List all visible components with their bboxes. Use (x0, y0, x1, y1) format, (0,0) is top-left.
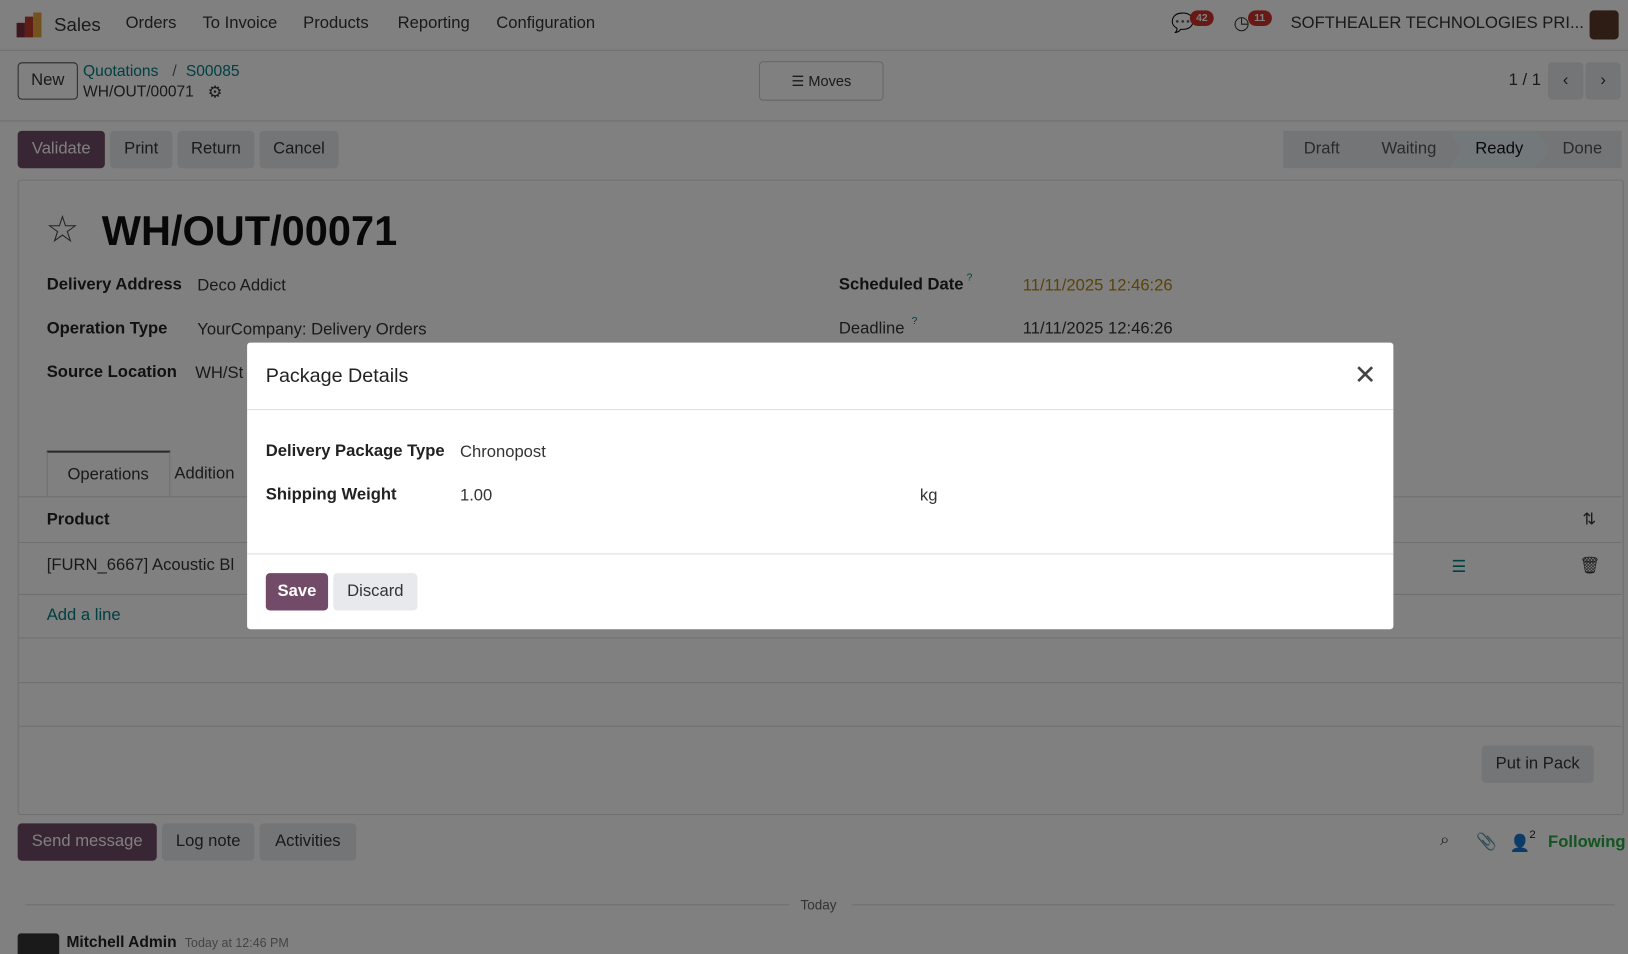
followers-count: 2 (1529, 828, 1536, 841)
menu-to-invoice[interactable]: To Invoice (202, 15, 277, 34)
menu-orders[interactable]: Orders (126, 15, 177, 34)
star-icon[interactable]: ☆ (46, 208, 80, 252)
validate-button[interactable]: Validate (17, 130, 105, 169)
column-product: Product (46, 510, 110, 529)
message-time: Today at 12:46 PM (184, 935, 289, 951)
detailed-operations-icon[interactable]: ☰ (1452, 557, 1467, 578)
package-type-label: Delivery Package Type (265, 442, 445, 460)
moves-label: Moves (808, 72, 852, 90)
dialog-title: Package Details (265, 365, 409, 388)
following-button[interactable]: Following (1548, 834, 1626, 853)
status-ready[interactable]: Ready (1449, 130, 1550, 169)
save-button[interactable]: Save (265, 573, 329, 611)
breadcrumb-quotations[interactable]: Quotations (83, 62, 158, 80)
package-type-field[interactable]: Chronopost (460, 443, 546, 462)
tab-operations-label: Operations (67, 466, 149, 484)
activities-button[interactable]: Activities (259, 823, 357, 861)
return-button[interactable]: Return (177, 130, 255, 169)
next-record-button[interactable]: › (1585, 62, 1621, 100)
menu-reporting[interactable]: Reporting (398, 15, 470, 34)
delivery-address-field[interactable]: Deco Addict (197, 277, 286, 296)
form-title: WH/OUT/00071 (101, 208, 398, 255)
message-author[interactable]: Mitchell Admin (66, 933, 176, 951)
status-draft[interactable]: Draft (1283, 131, 1360, 168)
author-avatar[interactable] (17, 933, 60, 954)
scheduled-date-label: Scheduled Date (838, 276, 964, 294)
sales-app-icon[interactable] (16, 12, 43, 38)
shipping-weight-label: Shipping Weight (265, 485, 397, 504)
messages-badge: 42 (1189, 10, 1214, 26)
discard-button[interactable]: Discard (333, 573, 418, 611)
optional-columns-icon[interactable]: ⇅ (1582, 509, 1596, 530)
breadcrumb-order[interactable]: S00085 (186, 62, 240, 80)
log-note-button[interactable]: Log note (161, 823, 255, 861)
shipping-weight-input[interactable]: 1.00 (460, 487, 896, 506)
activities-badge: 11 (1248, 10, 1272, 26)
hamburger-icon: ☰ (791, 72, 809, 90)
followers-icon[interactable]: 👤 (1510, 833, 1531, 854)
source-location-field[interactable]: WH/St (195, 364, 243, 383)
operation-type-field[interactable]: YourCompany: Delivery Orders (197, 321, 426, 340)
app-name[interactable]: Sales (54, 15, 101, 37)
package-details-dialog: Package Details ✕ Delivery Package Type … (247, 342, 1394, 630)
add-line-link[interactable]: Add a line (47, 606, 121, 625)
close-icon[interactable]: ✕ (1354, 359, 1377, 391)
status-done[interactable]: Done (1551, 131, 1613, 168)
menu-products[interactable]: Products (303, 15, 369, 34)
scheduled-date-help-icon[interactable]: ? (967, 272, 973, 283)
cancel-button[interactable]: Cancel (259, 130, 339, 169)
trash-icon[interactable]: 🗑 (1579, 555, 1600, 576)
breadcrumb-separator: / (172, 62, 177, 80)
record-name: WH/OUT/00071 (83, 83, 194, 101)
search-icon[interactable]: ⌕ (1440, 832, 1449, 851)
delivery-address-label: Delivery Address (46, 276, 182, 294)
operation-type-label: Operation Type (46, 319, 168, 338)
weight-unit: kg (919, 486, 938, 505)
top-navbar: Sales Orders To Invoice Products Reporti… (0, 0, 1628, 51)
date-separator: Today (800, 897, 837, 913)
put-in-pack-button[interactable]: Put in Pack (1481, 745, 1594, 783)
moves-button[interactable]: ☰ Moves (758, 61, 884, 101)
deadline-help-icon[interactable]: ? (912, 316, 918, 327)
new-button[interactable]: New (17, 62, 78, 100)
source-location-label: Source Location (46, 363, 177, 382)
paperclip-icon[interactable]: 📎 (1476, 832, 1497, 853)
previous-record-button[interactable]: ‹ (1548, 62, 1584, 100)
send-message-button[interactable]: Send message (17, 823, 157, 861)
scheduled-date-field[interactable]: 11/11/2025 12:46:26 (1023, 277, 1173, 296)
pager-value: 1 / 1 (1508, 71, 1541, 90)
deadline-field[interactable]: 11/11/2025 12:46:26 (1023, 320, 1173, 339)
tab-operations[interactable]: Operations (46, 450, 171, 498)
menu-configuration[interactable]: Configuration (496, 15, 595, 34)
status-waiting[interactable]: Waiting (1362, 131, 1455, 168)
product-row[interactable]: [FURN_6667] Acoustic Bl (47, 557, 234, 576)
deadline-label: Deadline (838, 319, 905, 338)
tab-additional-info[interactable]: Addition (174, 465, 234, 484)
print-button[interactable]: Print (110, 130, 173, 169)
user-avatar[interactable] (1589, 10, 1619, 40)
gear-icon[interactable]: ⚙ (208, 82, 223, 103)
company-switcher[interactable]: SOFTHEALER TECHNOLOGIES PRI... (1291, 15, 1584, 34)
